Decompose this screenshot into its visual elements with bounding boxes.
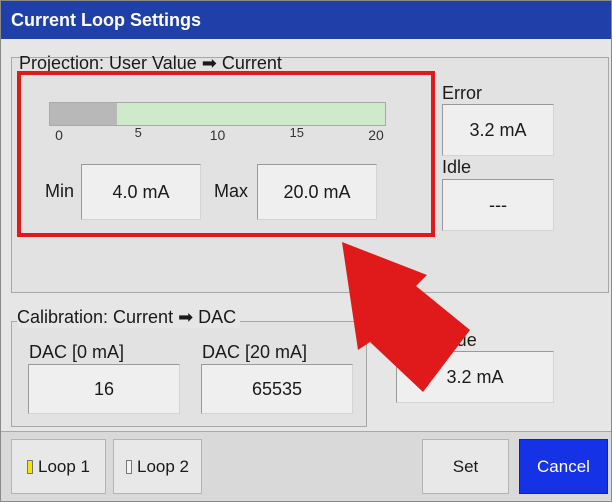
range-tick-label: 0: [55, 127, 63, 143]
idle-value[interactable]: ---: [442, 179, 554, 231]
dac0-label: DAC [0 mA]: [29, 342, 125, 362]
test-value-label: st Value: [413, 330, 477, 350]
current-loop-settings-window: Current Loop Settings Projection: User V…: [0, 0, 612, 502]
dac20-label: DAC [20 mA]: [202, 342, 308, 362]
test-value-input[interactable]: 3.2 mA: [396, 351, 554, 403]
error-value[interactable]: 3.2 mA: [442, 104, 554, 156]
loop-2-button[interactable]: Loop 2: [113, 439, 202, 494]
dac20-input[interactable]: 65535: [201, 364, 353, 414]
range-tick-label: 10: [209, 127, 226, 143]
range-bar: [49, 102, 386, 126]
range-bar-fill: [50, 103, 117, 125]
range-tick-label: 5: [134, 125, 142, 140]
range-tick-label: 15: [289, 125, 304, 140]
set-button[interactable]: Set: [422, 439, 509, 494]
window-title: Current Loop Settings: [1, 1, 611, 39]
min-label: Min: [45, 181, 75, 201]
min-input[interactable]: 4.0 mA: [81, 164, 201, 220]
loop-1-label: Loop 1: [38, 456, 90, 476]
cancel-button[interactable]: Cancel: [519, 439, 608, 494]
loop-2-indicator-icon: [126, 459, 132, 474]
max-label: Max: [214, 181, 249, 201]
dac0-input[interactable]: 16: [28, 364, 180, 414]
idle-label: Idle: [442, 157, 472, 177]
max-input[interactable]: 20.0 mA: [257, 164, 377, 220]
range-tick-label: 20: [368, 127, 384, 143]
projection-title: Projection: User Value ➡ Current: [19, 53, 282, 73]
loop-2-label: Loop 2: [137, 456, 189, 476]
loop-1-indicator-icon: [27, 459, 33, 474]
calibration-title: Calibration: Current ➡ DAC: [17, 307, 241, 328]
error-label: Error: [442, 83, 482, 103]
loop-1-button[interactable]: Loop 1: [11, 439, 106, 494]
